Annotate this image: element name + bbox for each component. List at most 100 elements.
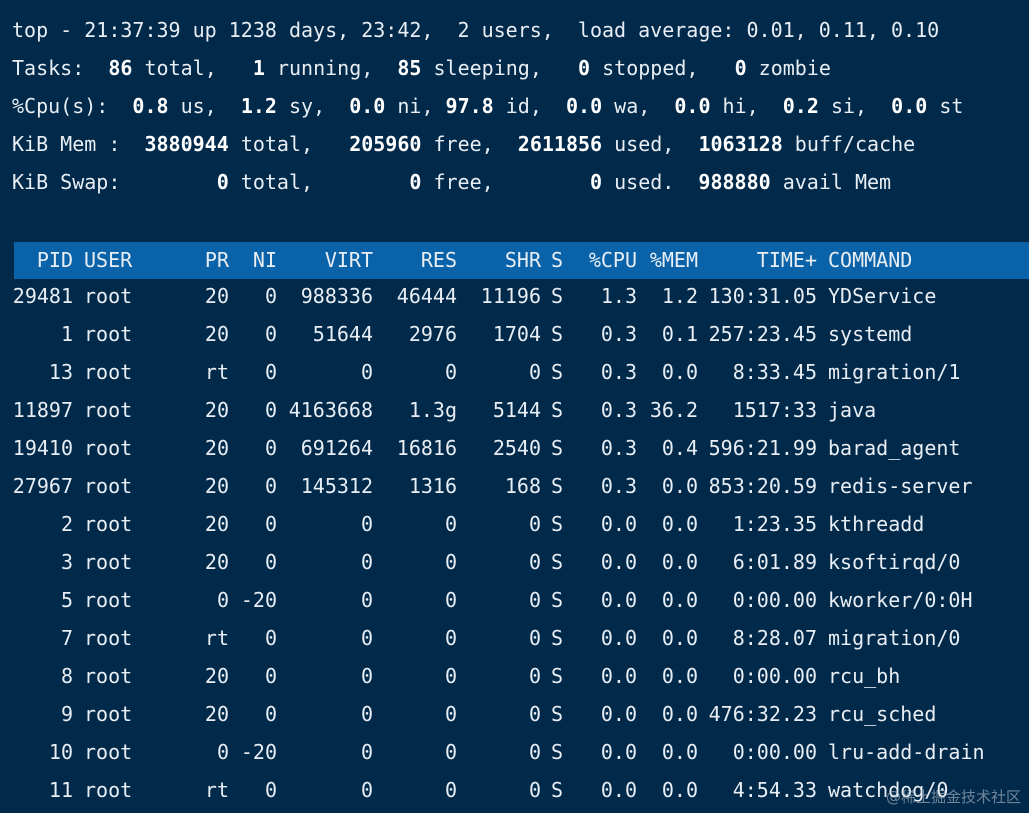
- virt-cell: 0: [360, 740, 373, 764]
- terminal-window[interactable]: top - 21:37:39 up 1238 days, 23:42, 2 us…: [0, 0, 1029, 813]
- process-row[interactable]: 11897 root 20 0 4163668 1.3g 5144 S 0.3 36.2 1517:…: [0, 391, 1029, 429]
- process-row[interactable]: 11 root rt 0 0 0 0 S 0.0 0.0 4:54.33 watchdog/0: [0, 771, 1029, 809]
- column-header-time[interactable]: TIME+: [700, 241, 817, 279]
- column-header-s[interactable]: S: [551, 241, 569, 279]
- time-cell: 257:23.45: [708, 322, 817, 346]
- time-cell: 1517:33: [732, 398, 817, 422]
- pid-cell: 27967: [12, 474, 73, 498]
- process-row[interactable]: 7 root rt 0 0 0 0 S 0.0 0.0 8:28.07 migration/0: [0, 619, 1029, 657]
- process-row[interactable]: 19410 root 20 0 691264 16816 2540 S 0.3 0.4 596:21…: [0, 429, 1029, 467]
- cpu-us-label: us,: [180, 94, 217, 118]
- pid-cell: 2: [60, 512, 73, 536]
- res-cell: 0: [444, 512, 457, 536]
- virt-cell: 988336: [300, 284, 373, 308]
- state-cell: S: [551, 398, 564, 422]
- command-cell: migration/1: [828, 360, 961, 384]
- command-cell: systemd: [828, 322, 913, 346]
- ni-cell: 0: [264, 398, 277, 422]
- mem-cell: 0.0: [661, 664, 698, 688]
- mem-used: 2611856: [517, 132, 603, 156]
- state-cell: S: [551, 740, 564, 764]
- process-row[interactable]: 2 root 20 0 0 0 0 S 0.0 0.0 1:23.35 kthreadd: [0, 505, 1029, 543]
- command-cell: YDService: [828, 284, 937, 308]
- shr-cell: 5144: [492, 398, 541, 422]
- time-cell: 130:31.05: [708, 284, 817, 308]
- process-row[interactable]: 9 root 20 0 0 0 0 S 0.0 0.0 476:32.23 rcu_sched: [0, 695, 1029, 733]
- virt-cell: 145312: [300, 474, 373, 498]
- time-cell: 0:00.00: [732, 588, 817, 612]
- process-row[interactable]: 29481 root 20 0 988336 46444 11196 S 1.3 1.2 130:3…: [0, 277, 1029, 315]
- command-cell: java: [828, 398, 877, 422]
- res-cell: 2976: [408, 322, 457, 346]
- cpu-wa: 0.0: [565, 94, 603, 118]
- state-cell: S: [551, 322, 564, 346]
- mem-cell: 0.0: [661, 702, 698, 726]
- user-cell: root: [84, 322, 133, 346]
- shr-cell: 11196: [480, 284, 541, 308]
- column-header-mem[interactable]: %MEM: [646, 241, 698, 279]
- column-header-command[interactable]: COMMAND: [828, 241, 1028, 279]
- res-cell: 0: [444, 702, 457, 726]
- tasks-running: 1: [252, 56, 265, 80]
- cpu-cell: 0.0: [600, 588, 637, 612]
- cpu-ni-label: ni,: [397, 94, 434, 118]
- cpu-sy-label: sy,: [288, 94, 326, 118]
- column-header-res[interactable]: RES: [380, 241, 457, 279]
- virt-cell: 691264: [300, 436, 373, 460]
- pid-cell: 3: [60, 550, 73, 574]
- tasks-stopped-label: stopped,: [602, 56, 699, 80]
- process-row[interactable]: 3 root 20 0 0 0 0 S 0.0 0.0 6:01.89 ksoftirqd/0: [0, 543, 1029, 581]
- res-cell: 16816: [396, 436, 457, 460]
- command-cell: ksoftirqd/0: [828, 550, 961, 574]
- state-cell: S: [551, 360, 564, 384]
- res-cell: 1.3g: [408, 398, 457, 422]
- tasks-sleeping-label: sleeping,: [433, 56, 542, 80]
- cpu-st: 0.0: [891, 94, 928, 118]
- mem-cell: 0.4: [661, 436, 698, 460]
- pid-cell: 5: [60, 588, 73, 612]
- command-cell: migration/0: [828, 626, 961, 650]
- cpu-cell: 0.3: [600, 436, 637, 460]
- pr-cell: 20: [204, 702, 229, 726]
- column-header-cpu[interactable]: %CPU: [580, 241, 637, 279]
- process-row[interactable]: 10 root 0 -20 0 0 0 S 0.0 0.0 0:00.00 lru-add-drain: [0, 733, 1029, 771]
- process-row[interactable]: 8 root 20 0 0 0 0 S 0.0 0.0 0:00.00 rcu_bh: [0, 657, 1029, 695]
- ni-cell: 0: [264, 626, 277, 650]
- user-cell: root: [84, 398, 133, 422]
- column-header-pid[interactable]: PID: [0, 241, 73, 279]
- time-cell: 0:00.00: [732, 740, 817, 764]
- pr-cell: 0: [216, 588, 229, 612]
- time-cell: 0:00.00: [732, 664, 817, 688]
- command-cell: rcu_sched: [828, 702, 937, 726]
- process-row[interactable]: 13 root rt 0 0 0 0 S 0.3 0.0 8:33.45 migration/1: [0, 353, 1029, 391]
- virt-cell: 0: [360, 626, 373, 650]
- column-header-ni[interactable]: NI: [232, 241, 277, 279]
- column-header-pr[interactable]: PR: [186, 241, 229, 279]
- shr-cell: 0: [528, 626, 541, 650]
- column-header-user[interactable]: USER: [84, 241, 174, 279]
- process-row[interactable]: 27967 root 20 0 145312 1316 168 S 0.3 0.0 853:20.5…: [0, 467, 1029, 505]
- ni-cell: 0: [264, 778, 277, 802]
- shr-cell: 0: [528, 778, 541, 802]
- mem-cache-label: buff/cache: [794, 132, 916, 156]
- process-row[interactable]: 5 root 0 -20 0 0 0 S 0.0 0.0 0:00.00 kworker/0:0H: [0, 581, 1029, 619]
- tasks-running-label: running,: [276, 56, 374, 80]
- column-header-shr[interactable]: SHR: [468, 241, 541, 279]
- process-row[interactable]: 1 root 20 0 51644 2976 1704 S 0.3 0.1 257:23.45 sys…: [0, 315, 1029, 353]
- shr-cell: 0: [528, 702, 541, 726]
- time-cell: 1:23.35: [732, 512, 817, 536]
- user-cell: root: [84, 740, 133, 764]
- ni-cell: 0: [264, 702, 277, 726]
- res-cell: 0: [444, 550, 457, 574]
- column-header-virt[interactable]: VIRT: [286, 241, 373, 279]
- mem-cell: 0.0: [661, 778, 698, 802]
- user-cell: root: [84, 626, 133, 650]
- ni-cell: -20: [240, 588, 277, 612]
- mem-cell: 0.0: [661, 588, 698, 612]
- mem-cache: 1063128: [698, 132, 783, 156]
- mem-free-label: free,: [433, 132, 494, 156]
- user-cell: root: [84, 360, 133, 384]
- mem-used-label: used,: [614, 132, 675, 156]
- tasks-line: Tasks: 86 total, 1 running, 85 sleeping,…: [12, 49, 831, 87]
- pr-cell: 20: [204, 512, 229, 536]
